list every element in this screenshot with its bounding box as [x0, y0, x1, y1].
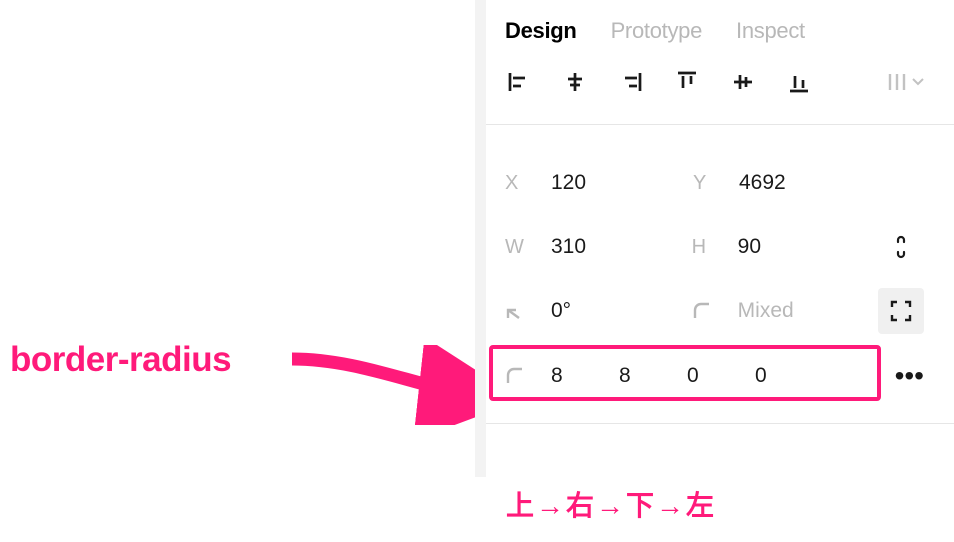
- rotation-icon: [505, 301, 551, 321]
- row-xy: X 120 Y 4692: [505, 151, 924, 215]
- align-row: [475, 68, 954, 124]
- rotation-input[interactable]: 0°: [551, 299, 571, 323]
- w-label: W: [505, 236, 551, 259]
- w-input[interactable]: 310: [551, 235, 586, 259]
- h-input[interactable]: 90: [738, 235, 761, 259]
- row-rotation-radius: 0° Mixed: [505, 279, 924, 343]
- radius-input[interactable]: Mixed: [738, 299, 794, 323]
- corner-br-input[interactable]: 0: [687, 364, 755, 388]
- corner-radius-row: 8 8 0 0 •••: [475, 343, 954, 409]
- distribute-spacing-icon[interactable]: [886, 71, 924, 93]
- align-vcenter-icon[interactable]: [729, 68, 757, 96]
- annotation-label: border-radius: [10, 340, 231, 380]
- independent-corners-icon[interactable]: [878, 288, 924, 334]
- corner-bl-input[interactable]: 0: [755, 364, 823, 388]
- more-options-icon[interactable]: •••: [895, 360, 924, 392]
- y-label: Y: [693, 172, 739, 195]
- align-top-icon[interactable]: [673, 68, 701, 96]
- align-bottom-icon[interactable]: [785, 68, 813, 96]
- h-label: H: [692, 236, 738, 259]
- tab-inspect[interactable]: Inspect: [736, 18, 805, 44]
- corner-radius-icon: [692, 301, 738, 321]
- constrain-proportions-icon[interactable]: [878, 224, 924, 270]
- panel-tabs: Design Prototype Inspect: [475, 0, 954, 68]
- frame-section: X 120 Y 4692 W 310 H 90: [475, 125, 954, 343]
- x-input[interactable]: 120: [551, 171, 586, 195]
- corner-tr-input[interactable]: 8: [619, 364, 687, 388]
- direction-hint: 上→右→下→左: [506, 484, 716, 524]
- y-input[interactable]: 4692: [739, 171, 786, 195]
- align-left-icon[interactable]: [505, 68, 533, 96]
- corner-tl-input[interactable]: 8: [551, 364, 619, 388]
- annotation-arrow: [292, 345, 502, 430]
- tab-prototype[interactable]: Prototype: [611, 18, 702, 44]
- section-separator-2: [475, 423, 954, 424]
- row-wh: W 310 H 90: [505, 215, 924, 279]
- x-label: X: [505, 172, 551, 195]
- align-hcenter-icon[interactable]: [561, 68, 589, 96]
- align-right-icon[interactable]: [617, 68, 645, 96]
- inspector-panel: Design Prototype Inspect X: [475, 0, 954, 542]
- tab-design[interactable]: Design: [505, 18, 577, 44]
- corner-tl-icon: [505, 366, 551, 386]
